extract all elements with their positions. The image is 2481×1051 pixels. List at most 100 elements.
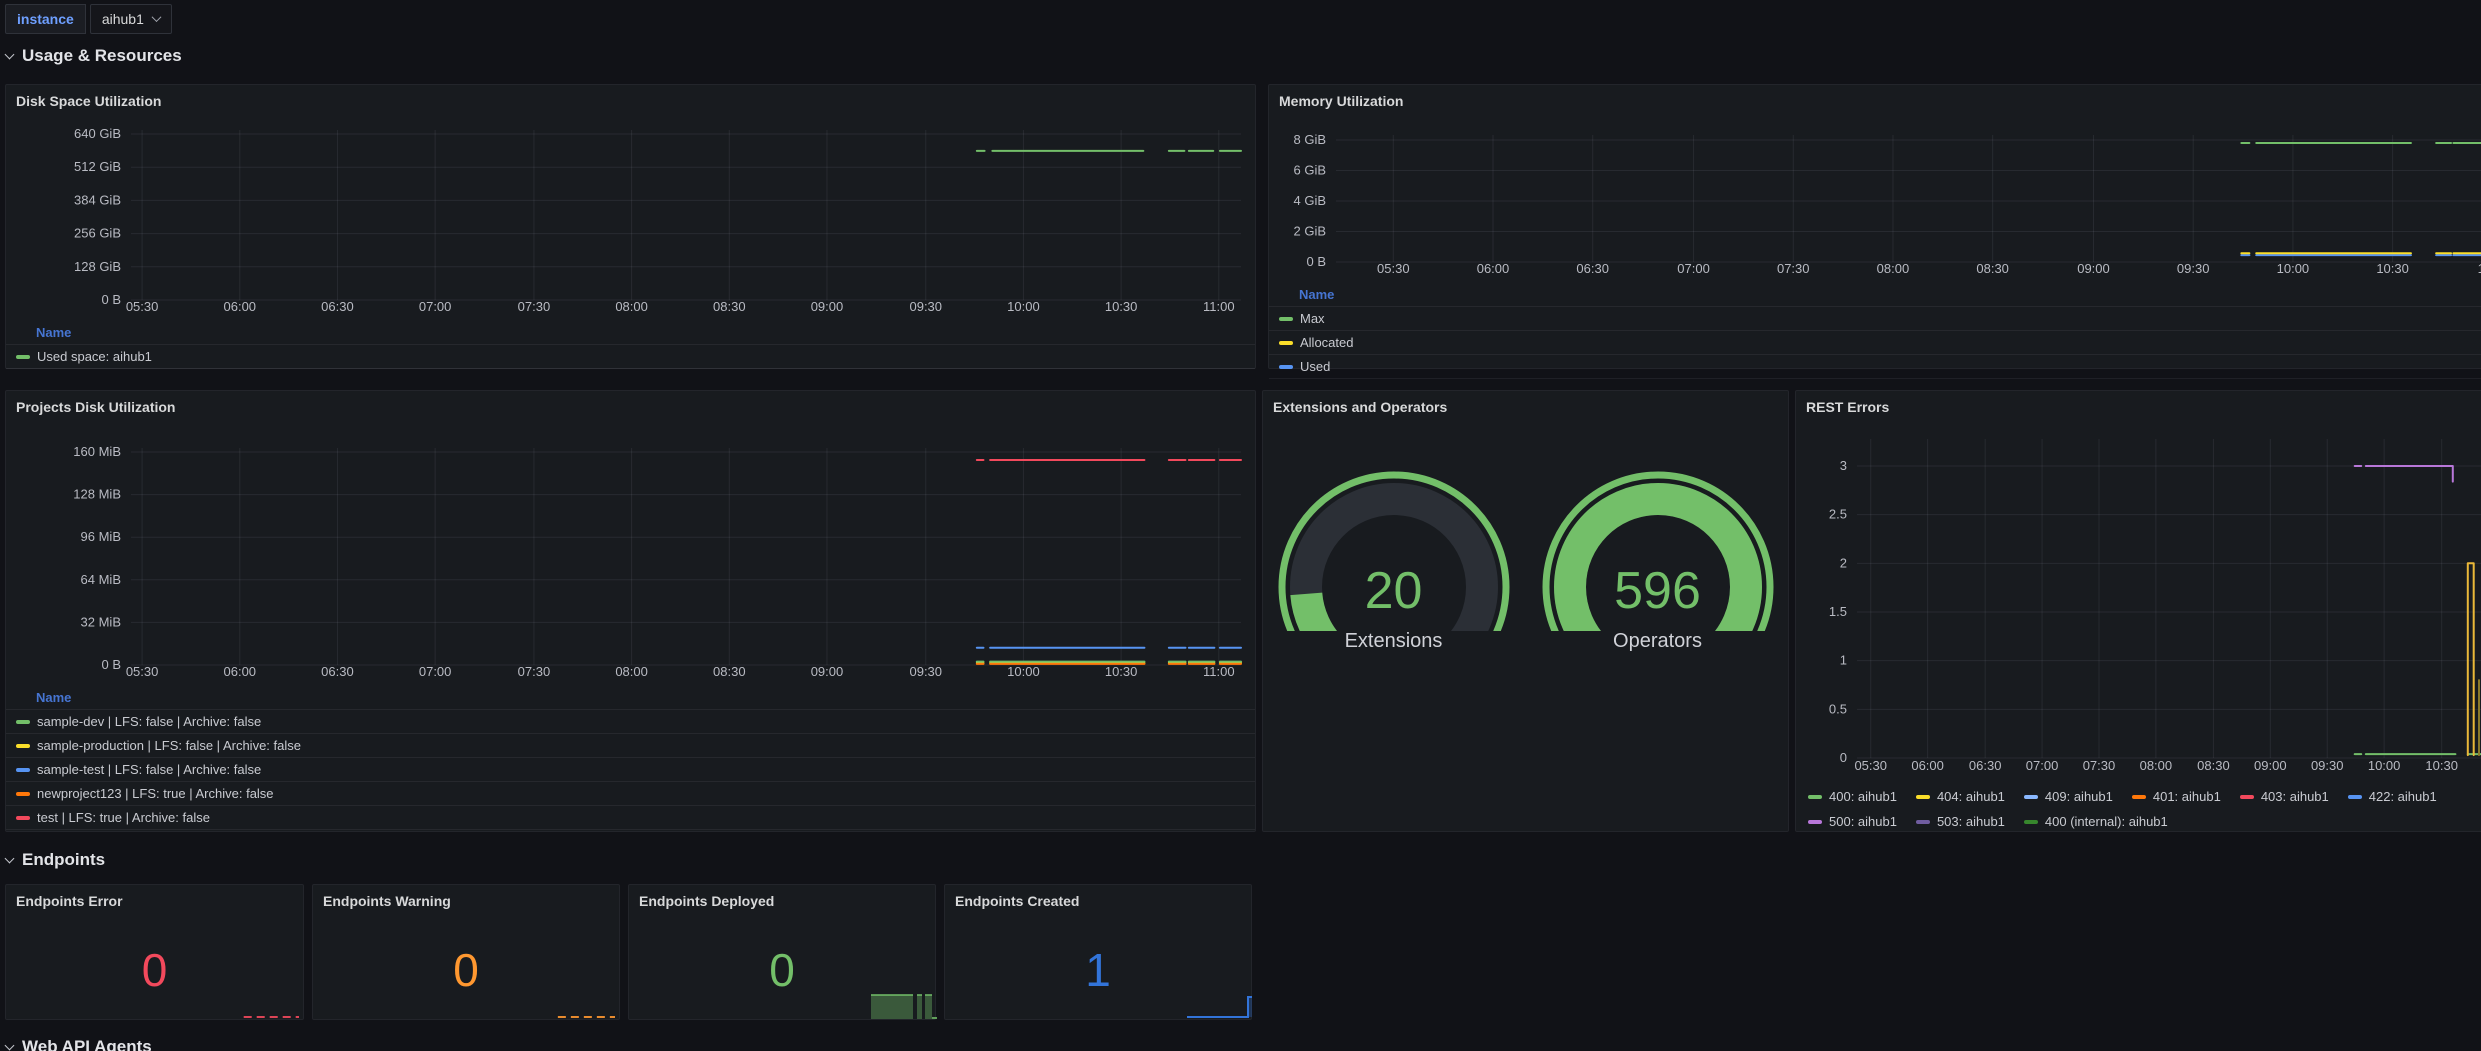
svg-text:05:30: 05:30	[126, 299, 159, 314]
svg-text:96 MiB: 96 MiB	[81, 529, 121, 544]
series-swatch-icon	[16, 792, 30, 796]
panel-title[interactable]: Endpoints Error	[16, 893, 123, 909]
svg-text:11:00: 11:00	[1203, 664, 1235, 679]
panel-title[interactable]: Disk Space Utilization	[16, 93, 161, 109]
panel-title[interactable]: Projects Disk Utilization	[16, 399, 175, 415]
svg-text:0 B: 0 B	[101, 292, 121, 307]
section-usage-resources[interactable]: Usage & Resources	[6, 46, 182, 66]
svg-text:384 GiB: 384 GiB	[74, 192, 121, 207]
legend-item-label: newproject123 | LFS: true | Archive: fal…	[37, 786, 274, 801]
svg-text:2 GiB: 2 GiB	[1293, 224, 1326, 239]
legend-name-header[interactable]: Name	[6, 688, 1255, 709]
legend-item-label: 400 (internal): aihub1	[2045, 810, 2168, 834]
legend-item[interactable]: Allocated	[1269, 330, 2481, 354]
gauge-label: Operators	[1538, 630, 1778, 653]
series-swatch-icon	[2024, 795, 2038, 799]
series-swatch-icon	[16, 744, 30, 748]
svg-text:10:00: 10:00	[2277, 261, 2310, 276]
instance-dropdown[interactable]: aihub1	[90, 4, 172, 34]
gauge-operators[interactable]: 596 Operators	[1538, 459, 1778, 653]
series-swatch-icon	[1916, 795, 1930, 799]
legend-item[interactable]: sample-test | LFS: false | Archive: fals…	[6, 757, 1255, 781]
gauge-extensions[interactable]: 20 Extensions	[1274, 459, 1514, 653]
svg-text:06:30: 06:30	[1969, 758, 2002, 773]
svg-text:160 MiB: 160 MiB	[73, 444, 121, 459]
series-swatch-icon	[1808, 820, 1822, 824]
svg-text:4 GiB: 4 GiB	[1293, 193, 1326, 208]
chevron-down-icon	[5, 49, 15, 59]
legend-item[interactable]: Used	[1269, 354, 2481, 378]
variable-label-instance: instance	[5, 4, 86, 34]
legend-item-label: Max	[1300, 311, 1325, 326]
panel-title[interactable]: Memory Utilization	[1279, 93, 1403, 109]
legend-item[interactable]: test | LFS: true | Archive: false	[6, 805, 1255, 829]
svg-text:10:00: 10:00	[1007, 299, 1040, 314]
panel-title[interactable]: Endpoints Deployed	[639, 893, 774, 909]
legend-item-label: 500: aihub1	[1829, 810, 1897, 834]
svg-text:1: 1	[1840, 653, 1847, 668]
legend-item-label: 401: aihub1	[2153, 785, 2221, 809]
svg-text:08:00: 08:00	[615, 299, 648, 314]
svg-text:10:00: 10:00	[1007, 664, 1040, 679]
legend-item[interactable]: Max	[1269, 306, 2481, 330]
projects-chart-canvas[interactable]: 0 B32 MiB64 MiB96 MiB128 MiB160 MiB05:30…	[6, 391, 1257, 688]
section-web-api-agents[interactable]: Web API Agents	[6, 1037, 152, 1051]
svg-text:09:00: 09:00	[811, 664, 844, 679]
legend-item[interactable]: 400 (internal): aihub1	[2024, 810, 2168, 834]
svg-text:09:30: 09:30	[909, 299, 942, 314]
stat-value: 1	[945, 943, 1251, 997]
section-endpoints[interactable]: Endpoints	[6, 850, 105, 870]
legend-item[interactable]: sample-dev | LFS: false | Archive: false	[6, 709, 1255, 733]
panel-title[interactable]: REST Errors	[1806, 399, 1889, 415]
legend-item[interactable]: 401: aihub1	[2132, 785, 2221, 809]
legend-item[interactable]: 404: aihub1	[1916, 785, 2005, 809]
stat-value: 0	[313, 943, 619, 997]
legend-item-label: sample-production | LFS: false | Archive…	[37, 738, 301, 753]
svg-text:128 GiB: 128 GiB	[74, 259, 121, 274]
svg-text:256 GiB: 256 GiB	[74, 226, 121, 241]
svg-text:1.5: 1.5	[1829, 604, 1847, 619]
series-swatch-icon	[1279, 317, 1293, 321]
legend-item-label: 404: aihub1	[1937, 785, 2005, 809]
svg-text:09:00: 09:00	[811, 299, 844, 314]
svg-text:0.5: 0.5	[1829, 701, 1847, 716]
legend-item[interactable]: Used space: aihub1	[6, 344, 1255, 368]
svg-text:512 GiB: 512 GiB	[74, 159, 121, 174]
svg-text:05:30: 05:30	[1377, 261, 1410, 276]
legend-item[interactable]: 422: aihub1	[2348, 785, 2437, 809]
series-swatch-icon	[1916, 820, 1930, 824]
panel-title[interactable]: Endpoints Created	[955, 893, 1079, 909]
svg-text:07:30: 07:30	[2083, 758, 2116, 773]
svg-text:6 GiB: 6 GiB	[1293, 163, 1326, 178]
rest-chart-canvas[interactable]: 00.511.522.5305:3006:0006:3007:0007:3008…	[1796, 391, 2481, 783]
legend-item[interactable]: sample-production | LFS: false | Archive…	[6, 733, 1255, 757]
legend-item[interactable]: 400: aihub1	[1808, 785, 1897, 809]
panel-endpoints-warning: Endpoints Warning 0	[312, 884, 620, 1020]
gauges: 20 Extensions 596 Operators	[1263, 459, 1788, 653]
panel-title[interactable]: Extensions and Operators	[1273, 399, 1447, 415]
chevron-down-icon	[5, 853, 15, 863]
panel-extensions-operators: Extensions and Operators 20 Extensions 5…	[1262, 390, 1789, 832]
memory-chart-canvas[interactable]: 0 B2 GiB4 GiB6 GiB8 GiB05:3006:0006:3007…	[1269, 85, 2481, 285]
svg-text:10:30: 10:30	[2376, 261, 2409, 276]
legend-item-label: Used	[1300, 359, 1330, 374]
svg-text:06:00: 06:00	[1911, 758, 1944, 773]
section-title: Web API Agents	[22, 1037, 152, 1051]
legend-item[interactable]: 409: aihub1	[2024, 785, 2113, 809]
series-swatch-icon	[16, 816, 30, 820]
svg-text:08:00: 08:00	[615, 664, 648, 679]
stat-value: 0	[6, 943, 303, 997]
legend-item[interactable]: newproject123 | LFS: true | Archive: fal…	[6, 781, 1255, 805]
legend-item[interactable]: 403: aihub1	[2240, 785, 2329, 809]
legend-name-header[interactable]: Name	[1269, 285, 2481, 306]
svg-text:640 GiB: 640 GiB	[74, 126, 121, 141]
panel-title[interactable]: Endpoints Warning	[323, 893, 451, 909]
legend-item[interactable]: 500: aihub1	[1808, 810, 1897, 834]
disk-chart-canvas[interactable]: 0 B 128 GiB 256 GiB 384 GiB 512 GiB 640 GiB 05…	[6, 85, 1257, 323]
legend-item[interactable]: 503: aihub1	[1916, 810, 2005, 834]
svg-text:08:30: 08:30	[2197, 758, 2230, 773]
panel-endpoints-created: Endpoints Created 1	[944, 884, 1252, 1020]
svg-text:0 B: 0 B	[101, 657, 121, 672]
memory-legend: Name Max Allocated Used	[1269, 285, 2481, 379]
legend-name-header[interactable]: Name	[6, 323, 1255, 344]
